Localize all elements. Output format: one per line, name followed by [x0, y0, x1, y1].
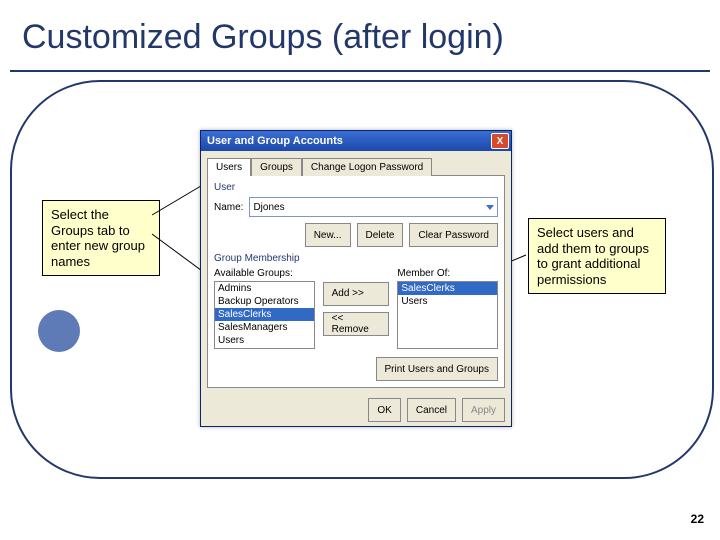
name-value: Djones: [253, 202, 284, 213]
chevron-down-icon[interactable]: [486, 205, 494, 210]
ok-button[interactable]: OK: [368, 398, 400, 422]
page-number: 22: [691, 512, 704, 526]
close-icon[interactable]: X: [491, 133, 509, 149]
clear-password-button[interactable]: Clear Password: [409, 223, 498, 247]
name-label: Name:: [214, 202, 243, 213]
user-section-label: User: [214, 182, 498, 193]
list-item[interactable]: SalesClerks: [398, 282, 497, 295]
delete-button[interactable]: Delete: [357, 223, 404, 247]
add-button[interactable]: Add >>: [323, 282, 390, 306]
available-groups-label: Available Groups:: [214, 268, 315, 279]
member-of-listbox[interactable]: SalesClerks Users: [397, 281, 498, 349]
list-item[interactable]: Users: [215, 334, 314, 347]
dialog-titlebar[interactable]: User and Group Accounts X: [201, 131, 511, 151]
slide-frame-accent: [38, 310, 80, 352]
tab-users[interactable]: Users: [207, 158, 251, 176]
member-of-label: Member Of:: [397, 268, 498, 279]
tab-panel-users: User Name: Djones New... Delete Clear Pa…: [207, 175, 505, 388]
name-combobox[interactable]: Djones: [249, 197, 498, 217]
group-membership-label: Group Membership: [214, 253, 498, 264]
callout-add-users: Select users and add them to groups to g…: [528, 218, 666, 294]
available-groups-listbox[interactable]: Admins Backup Operators SalesClerks Sale…: [214, 281, 315, 349]
list-item[interactable]: SalesClerks: [215, 308, 314, 321]
list-item[interactable]: Admins: [215, 282, 314, 295]
cancel-button[interactable]: Cancel: [407, 398, 456, 422]
list-item[interactable]: Users: [398, 295, 497, 308]
title-divider: [10, 70, 710, 72]
apply-button[interactable]: Apply: [462, 398, 505, 422]
new-button[interactable]: New...: [305, 223, 351, 247]
tab-groups[interactable]: Groups: [251, 158, 302, 176]
list-item[interactable]: SalesManagers: [215, 321, 314, 334]
tab-change-password[interactable]: Change Logon Password: [302, 158, 432, 176]
list-item[interactable]: Backup Operators: [215, 295, 314, 308]
print-users-groups-button[interactable]: Print Users and Groups: [376, 357, 499, 381]
user-group-accounts-dialog: User and Group Accounts X Users Groups C…: [200, 130, 512, 427]
remove-button[interactable]: << Remove: [323, 312, 390, 336]
dialog-tabs: Users Groups Change Logon Password: [207, 157, 505, 175]
dialog-title: User and Group Accounts: [207, 135, 343, 147]
dialog-button-row: OK Cancel Apply: [201, 394, 511, 426]
callout-groups-tab: Select the Groups tab to enter new group…: [42, 200, 160, 276]
slide-title: Customized Groups (after login): [22, 18, 504, 57]
